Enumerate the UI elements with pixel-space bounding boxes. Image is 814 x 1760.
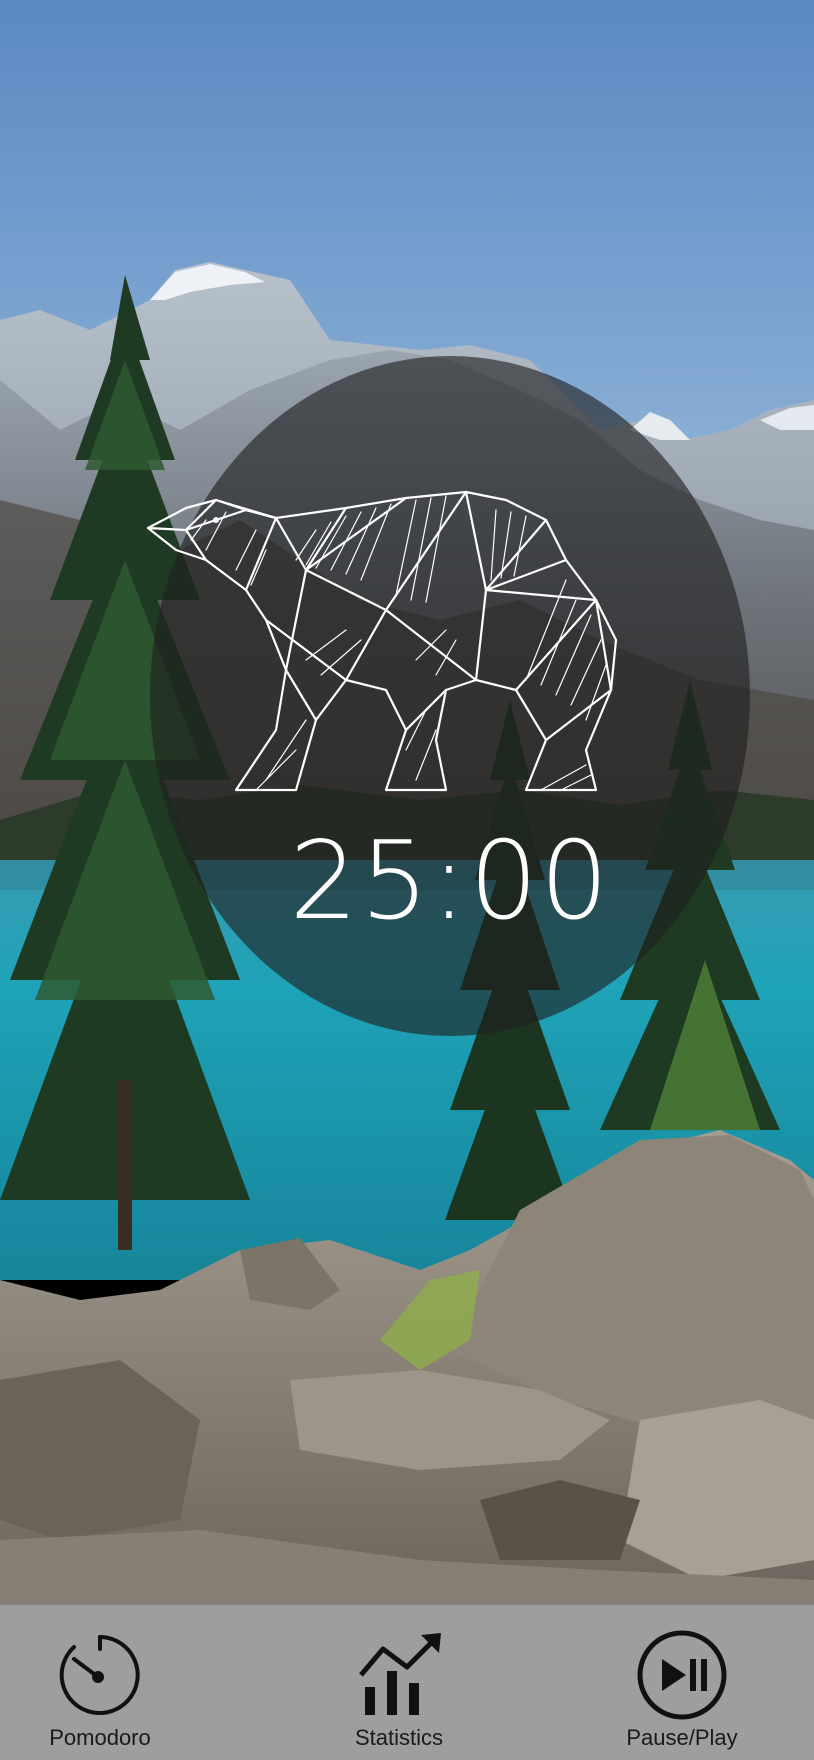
nav-label-statistics: Statistics xyxy=(354,1725,444,1750)
nav-item-pomodoro[interactable]: Pomodoro xyxy=(0,1605,200,1760)
play-pause-icon xyxy=(637,1630,727,1720)
nav-label-pause-play: Pause/Play xyxy=(626,1725,738,1750)
geometric-bear-icon xyxy=(146,490,618,792)
stopwatch-icon xyxy=(59,1635,140,1715)
nav-label-pomodoro: Pomodoro xyxy=(49,1725,151,1750)
bottom-navigation-bar: Pomodoro Statistics Pause/Play xyxy=(0,1604,814,1760)
timer-display: 25:00 xyxy=(289,819,611,944)
bar-chart-trend-icon xyxy=(359,1633,441,1715)
pomodoro-screen: 25:00 Pomodoro Statistics Pause/Play xyxy=(0,0,814,1760)
nav-item-pause-play[interactable]: Pause/Play xyxy=(582,1605,782,1760)
nav-item-statistics[interactable]: Statistics xyxy=(299,1605,499,1760)
